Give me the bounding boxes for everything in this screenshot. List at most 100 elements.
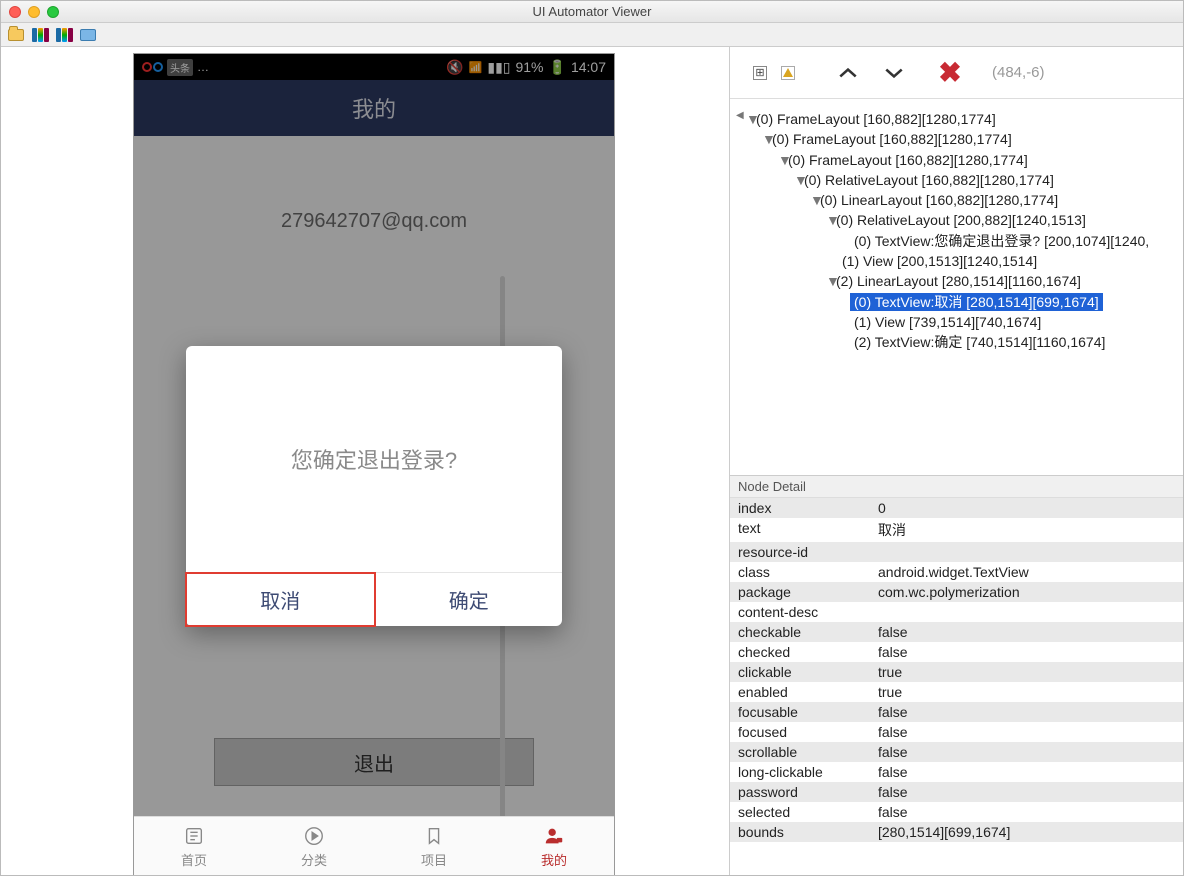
detail-row[interactable]: scrollablefalse bbox=[730, 742, 1183, 762]
detail-row[interactable]: clickabletrue bbox=[730, 662, 1183, 682]
nav-category[interactable]: 分类 bbox=[254, 817, 374, 875]
delete-button[interactable]: ✖ bbox=[938, 61, 962, 85]
detail-value: false bbox=[870, 642, 1183, 662]
device-screenshot-compressed-button[interactable] bbox=[55, 27, 73, 43]
detail-row[interactable]: selectedfalse bbox=[730, 802, 1183, 822]
detail-row[interactable]: focusablefalse bbox=[730, 702, 1183, 722]
tree-node[interactable]: ▼(0) RelativeLayout [200,882][1240,1513] bbox=[736, 210, 1171, 230]
detail-key: content-desc bbox=[730, 602, 870, 622]
toggle-naf-button[interactable] bbox=[776, 61, 800, 85]
traffic-lights bbox=[9, 6, 59, 18]
detail-key: text bbox=[730, 518, 870, 542]
detail-value: com.wc.polymerization bbox=[870, 582, 1183, 602]
detail-key: resource-id bbox=[730, 542, 870, 562]
detail-key: selected bbox=[730, 802, 870, 822]
detail-value: 取消 bbox=[870, 518, 1183, 542]
detail-key: enabled bbox=[730, 682, 870, 702]
zoom-window-button[interactable] bbox=[47, 6, 59, 18]
nav-down-button[interactable] bbox=[882, 61, 906, 85]
expand-all-button[interactable]: ⊞ bbox=[748, 61, 772, 85]
detail-row[interactable]: index0 bbox=[730, 498, 1183, 518]
dialog-cancel-button[interactable]: 取消 bbox=[185, 572, 376, 627]
titlebar: UI Automator Viewer bbox=[1, 1, 1183, 23]
detail-value: false bbox=[870, 722, 1183, 742]
detail-row[interactable]: enabledtrue bbox=[730, 682, 1183, 702]
home-icon bbox=[182, 824, 206, 848]
detail-key: checkable bbox=[730, 622, 870, 642]
tree-node[interactable]: ▼(0) FrameLayout [160,882][1280,1774] bbox=[736, 109, 1171, 129]
detail-value: false bbox=[870, 782, 1183, 802]
collapse-anchor-icon: ◀ bbox=[736, 109, 744, 124]
detail-row[interactable]: resource-id bbox=[730, 542, 1183, 562]
detail-row[interactable]: bounds[280,1514][699,1674] bbox=[730, 822, 1183, 842]
expand-icon: ⊞ bbox=[753, 66, 767, 80]
user-icon bbox=[542, 824, 566, 848]
detail-row[interactable]: text取消 bbox=[730, 518, 1183, 542]
node-detail-panel: Node Detail index0text取消resource-idclass… bbox=[730, 475, 1183, 875]
tree-node[interactable]: ▼(0) FrameLayout [160,882][1280,1774] bbox=[736, 150, 1171, 170]
confirm-dialog: 您确定退出登录? 取消 确定 bbox=[186, 346, 562, 626]
detail-key: focusable bbox=[730, 702, 870, 722]
detail-value: android.widget.TextView bbox=[870, 562, 1183, 582]
detail-row[interactable]: passwordfalse bbox=[730, 782, 1183, 802]
detail-row[interactable]: classandroid.widget.TextView bbox=[730, 562, 1183, 582]
detail-row[interactable]: focusedfalse bbox=[730, 722, 1183, 742]
detail-row[interactable]: checkablefalse bbox=[730, 622, 1183, 642]
tree-node[interactable]: ▼(2) LinearLayout [280,1514][1160,1674] bbox=[736, 271, 1171, 291]
warning-icon bbox=[783, 68, 793, 77]
inspector-panel: ⊞ ✖ (484,-6) ◀ ▼(0) FrameLayout [160,882… bbox=[729, 47, 1183, 875]
tree-node[interactable]: ▼(0) RelativeLayout [160,882][1280,1774] bbox=[736, 170, 1171, 190]
devices-icon bbox=[32, 28, 49, 42]
device-screenshot[interactable]: 头条 … 🔇 📶 ▮▮▯ 91% 🔋 14:07 我的 bbox=[133, 53, 615, 875]
detail-key: long-clickable bbox=[730, 762, 870, 782]
nav-mine[interactable]: 我的 bbox=[494, 817, 614, 875]
open-file-button[interactable] bbox=[7, 27, 25, 43]
detail-key: package bbox=[730, 582, 870, 602]
tree-leaf-selected[interactable]: (0) TextView:取消 [280,1514][699,1674] bbox=[736, 292, 1171, 312]
window-title: UI Automator Viewer bbox=[1, 4, 1183, 19]
detail-value: true bbox=[870, 682, 1183, 702]
detail-value bbox=[870, 542, 1183, 562]
detail-key: focused bbox=[730, 722, 870, 742]
tree-leaf[interactable]: (0) TextView:您确定退出登录? [200,1074][1240, bbox=[736, 231, 1171, 251]
detail-value: 0 bbox=[870, 498, 1183, 518]
detail-key: class bbox=[730, 562, 870, 582]
dialog-message: 您确定退出登录? bbox=[186, 346, 562, 572]
detail-value: [280,1514][699,1674] bbox=[870, 822, 1183, 842]
nav-home[interactable]: 首页 bbox=[134, 817, 254, 875]
screenshot-panel: 头条 … 🔇 📶 ▮▮▯ 91% 🔋 14:07 我的 bbox=[1, 47, 729, 875]
bottom-navigation: 首页 分类 项目 我的 bbox=[134, 816, 614, 875]
detail-row[interactable]: checkedfalse bbox=[730, 642, 1183, 662]
detail-value: false bbox=[870, 622, 1183, 642]
detail-key: checked bbox=[730, 642, 870, 662]
detail-value: false bbox=[870, 702, 1183, 722]
bookmark-icon bbox=[422, 824, 446, 848]
detail-key: bounds bbox=[730, 822, 870, 842]
tree-node[interactable]: ▼(0) LinearLayout [160,882][1280,1774] bbox=[736, 190, 1171, 210]
hierarchy-tree[interactable]: ◀ ▼(0) FrameLayout [160,882][1280,1774] … bbox=[730, 99, 1183, 475]
detail-key: clickable bbox=[730, 662, 870, 682]
detail-value: false bbox=[870, 762, 1183, 782]
detail-row[interactable]: packagecom.wc.polymerization bbox=[730, 582, 1183, 602]
detail-key: password bbox=[730, 782, 870, 802]
nav-up-button[interactable] bbox=[836, 61, 860, 85]
detail-row[interactable]: long-clickablefalse bbox=[730, 762, 1183, 782]
save-button[interactable] bbox=[79, 27, 97, 43]
close-window-button[interactable] bbox=[9, 6, 21, 18]
tree-leaf[interactable]: (2) TextView:确定 [740,1514][1160,1674] bbox=[736, 332, 1171, 352]
detail-value: false bbox=[870, 742, 1183, 762]
detail-key: index bbox=[730, 498, 870, 518]
tree-node[interactable]: ▼(0) FrameLayout [160,882][1280,1774] bbox=[736, 129, 1171, 149]
tree-leaf[interactable]: (1) View [739,1514][740,1674] bbox=[736, 312, 1171, 332]
tree-leaf[interactable]: (1) View [200,1513][1240,1514] bbox=[736, 251, 1171, 271]
node-detail-grid: index0text取消resource-idclassandroid.widg… bbox=[730, 498, 1183, 842]
device-screenshot-button[interactable] bbox=[31, 27, 49, 43]
detail-row[interactable]: content-desc bbox=[730, 602, 1183, 622]
content-area: 头条 … 🔇 📶 ▮▮▯ 91% 🔋 14:07 我的 bbox=[1, 47, 1183, 875]
detail-value bbox=[870, 602, 1183, 622]
folder-icon bbox=[8, 29, 24, 41]
nav-project[interactable]: 项目 bbox=[374, 817, 494, 875]
minimize-window-button[interactable] bbox=[28, 6, 40, 18]
dialog-confirm-button[interactable]: 确定 bbox=[376, 573, 563, 626]
play-icon bbox=[302, 824, 326, 848]
